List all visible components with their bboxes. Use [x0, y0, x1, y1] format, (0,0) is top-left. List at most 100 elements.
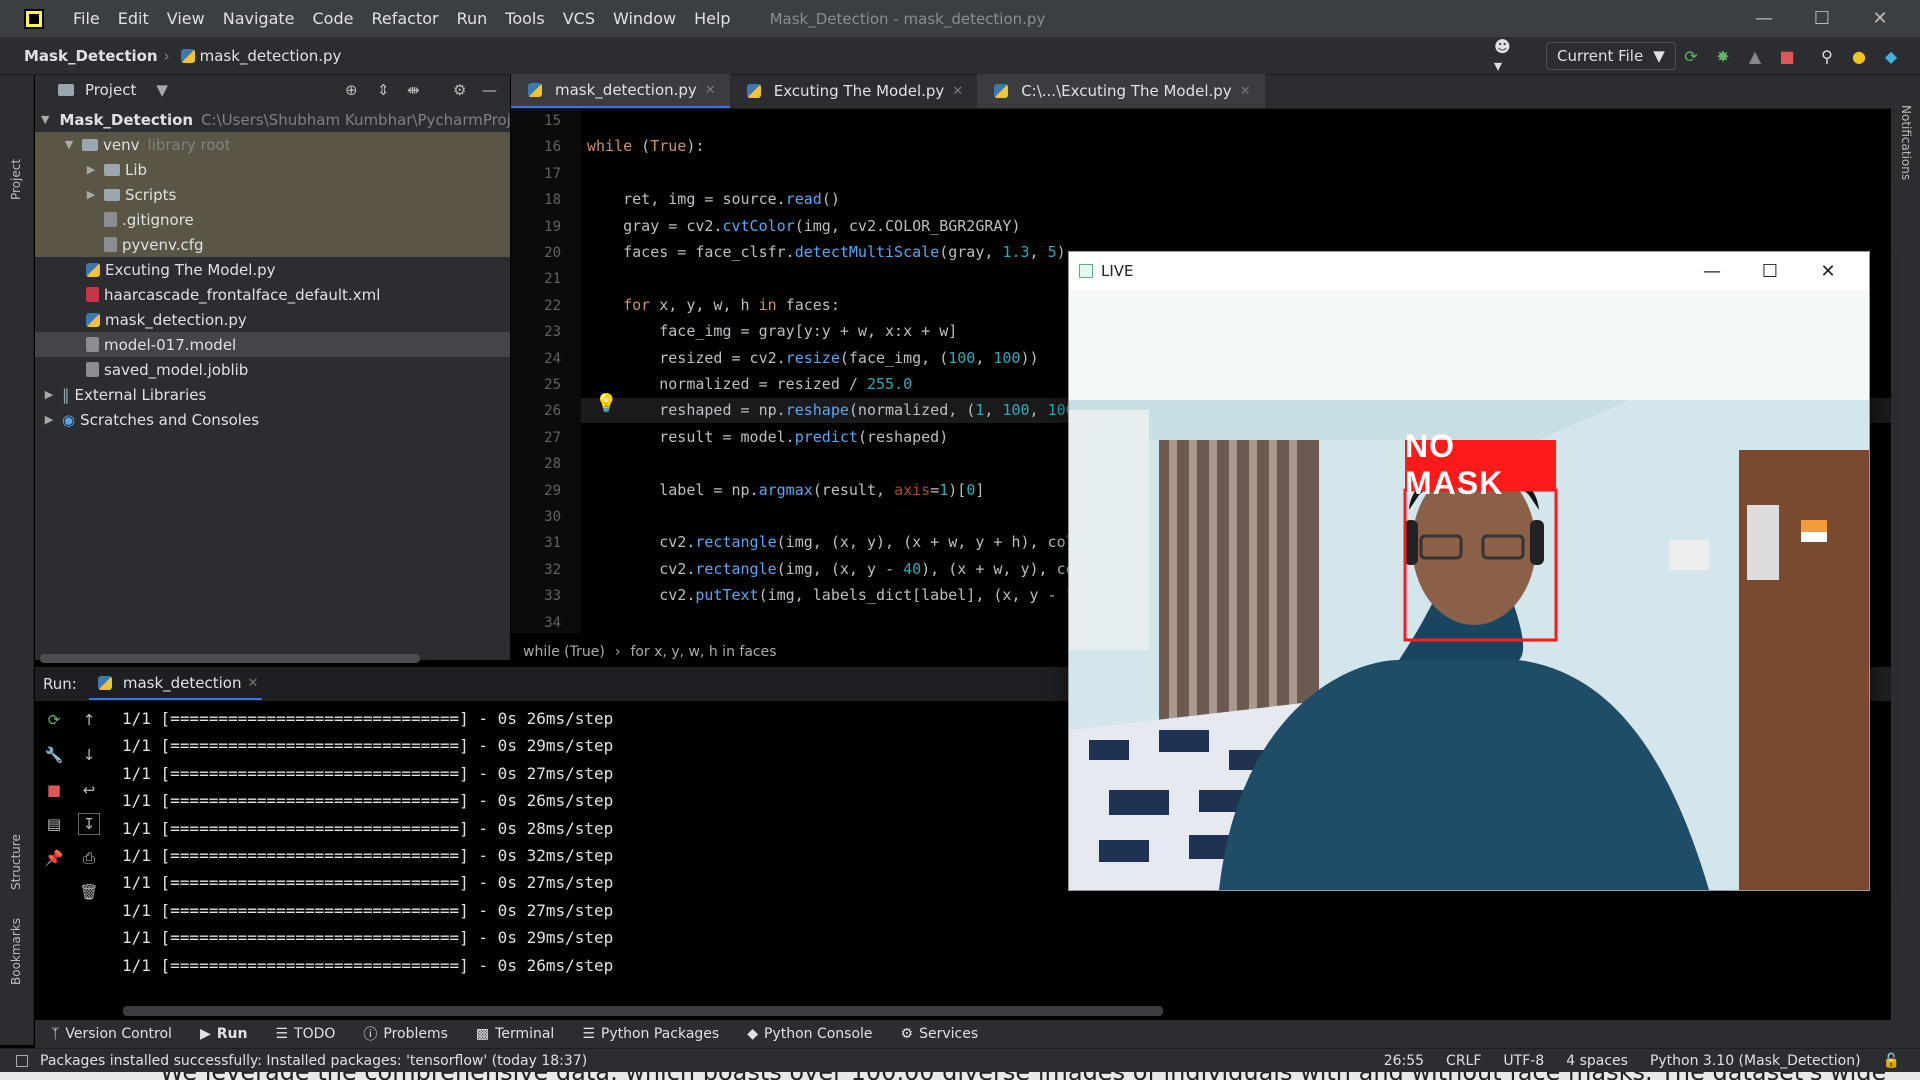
close-icon[interactable]: ✕: [705, 83, 716, 98]
project-tool-label[interactable]: Project: [9, 159, 23, 200]
soft-wrap-icon[interactable]: ↩: [78, 779, 100, 801]
coverage-icon[interactable]: ▲: [1744, 45, 1766, 67]
live-window[interactable]: LIVE — ☐ ✕ NO MASK: [1068, 251, 1870, 891]
tab-mask-detection[interactable]: mask_detection.py ✕: [511, 74, 730, 108]
menu-help[interactable]: Help: [685, 9, 739, 28]
wrench-icon[interactable]: 🔧: [43, 744, 65, 766]
close-icon[interactable]: ✕: [247, 676, 258, 691]
menu-view[interactable]: View: [158, 9, 214, 28]
tree-item-gitignore[interactable]: .gitignore: [35, 207, 510, 232]
tree-root[interactable]: ▼ Mask_Detection C:\Users\Shubham Kumbha…: [35, 107, 510, 132]
menu-refactor[interactable]: Refactor: [362, 9, 447, 28]
indent-setting[interactable]: 4 spaces: [1566, 1053, 1628, 1069]
tree-item-saved-model[interactable]: saved_model.joblib: [35, 357, 510, 382]
tree-item-scratches[interactable]: ▶ ◉ Scratches and Consoles: [35, 407, 510, 432]
tool-tab-services[interactable]: ⚙ Services: [901, 1026, 979, 1042]
live-minimize-button[interactable]: —: [1683, 252, 1741, 290]
tool-tab-todo[interactable]: ☰ TODO: [275, 1026, 335, 1042]
menu-file[interactable]: File: [64, 9, 109, 28]
scroll-to-end-icon[interactable]: ↧: [78, 813, 100, 835]
tool-tab-run[interactable]: ▶ Run: [200, 1026, 248, 1042]
tool-tab-problems[interactable]: ⓘ Problems: [363, 1024, 448, 1044]
breadcrumb-for[interactable]: for x, y, w, h in faces: [630, 644, 776, 660]
tree-item-model[interactable]: model-017.model: [35, 332, 510, 357]
services-icon: ⚙: [900, 1026, 914, 1042]
tree-item-scripts[interactable]: ▶ Scripts: [35, 182, 510, 207]
close-button[interactable]: ✕: [1852, 0, 1908, 37]
search-icon[interactable]: ⚲: [1816, 45, 1838, 67]
lock-icon[interactable]: 🔓: [1883, 1053, 1900, 1069]
user-icon[interactable]: ☻▾: [1494, 37, 1516, 75]
close-icon[interactable]: ✕: [1240, 84, 1251, 99]
nav-project[interactable]: Mask_Detection: [24, 47, 158, 65]
live-maximize-button[interactable]: ☐: [1741, 252, 1799, 290]
stop-icon[interactable]: ■: [1776, 45, 1798, 67]
tree-item-excuting-model[interactable]: Excuting The Model.py: [35, 257, 510, 282]
gear-icon[interactable]: ⚙: [453, 81, 466, 99]
layout-icon[interactable]: ▤: [43, 813, 65, 835]
menu-vcs[interactable]: VCS: [554, 9, 604, 28]
tool-tab-terminal[interactable]: ▩ Terminal: [476, 1026, 554, 1042]
menu-code[interactable]: Code: [304, 9, 363, 28]
menu-tools[interactable]: Tools: [496, 9, 553, 28]
output-line: 1/1 [==============================] - 0…: [122, 846, 614, 865]
rerun-icon[interactable]: ⟳: [43, 709, 65, 731]
tree-item-pyvenv[interactable]: pyvenv.cfg: [35, 232, 510, 257]
nav-file[interactable]: mask_detection.py: [200, 47, 342, 65]
debug-icon[interactable]: ✸: [1712, 45, 1734, 67]
python-interpreter[interactable]: Python 3.10 (Mask_Detection): [1650, 1053, 1861, 1069]
print-icon[interactable]: ⎙: [78, 847, 100, 869]
tool-tab-python-console[interactable]: ◆ Python Console: [747, 1026, 872, 1042]
menu-edit[interactable]: Edit: [109, 9, 158, 28]
tab-excuting-model[interactable]: Excuting The Model.py ✕: [730, 74, 977, 108]
collapse-all-icon[interactable]: ⇼: [407, 81, 420, 99]
layout-toggle-icon[interactable]: [16, 1054, 28, 1067]
locate-icon[interactable]: ⊕: [345, 81, 358, 99]
maximize-button[interactable]: ☐: [1794, 0, 1850, 37]
trash-icon[interactable]: 🗑: [78, 881, 100, 903]
tree-item-mask-detection[interactable]: mask_detection.py: [35, 307, 510, 332]
arrow-up-icon[interactable]: ↑: [78, 709, 100, 731]
chevron-down-icon[interactable]: ▼: [156, 81, 168, 99]
lightbulb-icon[interactable]: 💡: [595, 393, 617, 414]
status-message[interactable]: Packages installed successfully: Install…: [40, 1053, 587, 1069]
structure-tool-label[interactable]: Structure: [9, 834, 23, 890]
project-scrollbar[interactable]: [40, 654, 420, 663]
arrow-down-icon[interactable]: ↓: [78, 744, 100, 766]
tool-tab-label: Problems: [383, 1026, 448, 1042]
bookmarks-tool-label[interactable]: Bookmarks: [9, 918, 23, 985]
tool-tab-version-control[interactable]: ᛉ Version Control: [51, 1026, 172, 1042]
tree-item-venv[interactable]: ▼ venv library root: [35, 132, 510, 157]
update-icon[interactable]: ●: [1848, 45, 1870, 67]
caret-position[interactable]: 26:55: [1384, 1053, 1424, 1069]
expand-all-icon[interactable]: ⇕: [377, 81, 390, 99]
tree-item-external-libraries[interactable]: ▶ ‖ External Libraries: [35, 382, 510, 407]
notifications-tool-label[interactable]: Notifications: [1899, 105, 1913, 180]
minimize-button[interactable]: —: [1736, 0, 1792, 37]
line-separator[interactable]: CRLF: [1446, 1053, 1481, 1069]
tab-excuting-model-path[interactable]: C:\...\Excuting The Model.py ✕: [977, 74, 1265, 108]
rerun-icon[interactable]: ⟳: [1680, 45, 1702, 67]
camera-feed: NO MASK: [1069, 290, 1869, 890]
menu-window[interactable]: Window: [604, 9, 685, 28]
hide-icon[interactable]: —: [482, 81, 497, 99]
file-encoding[interactable]: UTF-8: [1503, 1053, 1544, 1069]
project-view-title[interactable]: Project: [85, 81, 136, 99]
run-tab[interactable]: mask_detection ✕: [88, 668, 263, 700]
plugin-icon[interactable]: ◆: [1880, 45, 1902, 67]
output-scrollbar[interactable]: [123, 1006, 1163, 1016]
live-title-bar[interactable]: LIVE — ☐ ✕: [1069, 252, 1869, 290]
live-close-button[interactable]: ✕: [1799, 252, 1857, 290]
terminal-icon: ▩: [475, 1026, 490, 1042]
run-config-select[interactable]: Current File ▼: [1546, 42, 1676, 70]
breadcrumb-while[interactable]: while (True): [523, 644, 605, 660]
run-config-label: Current File: [1557, 47, 1644, 65]
close-icon[interactable]: ✕: [952, 84, 963, 99]
pin-icon[interactable]: 📌: [43, 847, 65, 869]
stop-icon[interactable]: ■: [43, 779, 65, 801]
tool-tab-python-packages[interactable]: ☰ Python Packages: [582, 1026, 719, 1042]
tree-item-haarcascade[interactable]: haarcascade_frontalface_default.xml: [35, 282, 510, 307]
menu-navigate[interactable]: Navigate: [214, 9, 304, 28]
tree-item-lib[interactable]: ▶ Lib: [35, 157, 510, 182]
menu-run[interactable]: Run: [448, 9, 497, 28]
